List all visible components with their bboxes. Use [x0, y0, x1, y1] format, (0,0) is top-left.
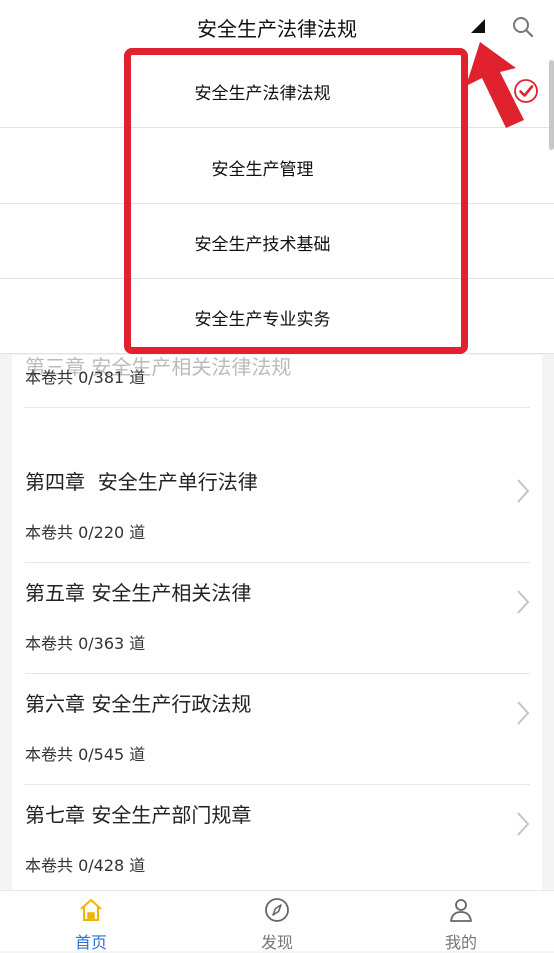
chapter-list: 第三章 安全生产相关法律法规 本卷共 0/381 道 第四章 安全生产单行法律 …	[12, 355, 542, 890]
list-item[interactable]: 第六章 安全生产行政法规 本卷共 0/545 道	[12, 674, 542, 785]
nav-label: 我的	[444, 933, 477, 952]
scrollbar[interactable]	[549, 60, 554, 150]
nav-label: 首页	[74, 933, 107, 952]
home-icon	[80, 899, 102, 921]
chapter-count: 本卷共 0/545 道	[25, 745, 146, 764]
nav-discover[interactable]: 发现	[216, 891, 336, 952]
compass-icon	[265, 898, 289, 922]
bottom-nav: 首页 发现 我的	[0, 890, 554, 952]
list-item[interactable]: 第七章 安全生产部门规章 本卷共 0/428 道	[12, 785, 542, 890]
chapter-title: 第七章 安全生产部门规章	[25, 803, 252, 827]
chapter-count: 本卷共 0/381 道	[25, 368, 146, 387]
list-item[interactable]: 第五章 安全生产相关法律 本卷共 0/363 道	[12, 563, 542, 674]
nav-mine[interactable]: 我的	[400, 891, 520, 952]
highlight-box	[124, 48, 468, 354]
divider	[25, 407, 530, 408]
chevron-right-icon	[517, 590, 530, 614]
chapter-count: 本卷共 0/363 道	[25, 634, 146, 653]
chevron-right-icon	[517, 701, 530, 725]
nav-label: 发现	[260, 933, 293, 952]
chapter-title: 第六章 安全生产行政法规	[25, 692, 252, 716]
red-arrow-icon	[466, 42, 524, 128]
chapter-count: 本卷共 0/220 道	[25, 523, 146, 542]
user-icon	[450, 899, 472, 922]
list-item[interactable]: 第四章 安全生产单行法律 本卷共 0/220 道	[12, 452, 542, 563]
chapter-title: 第五章 安全生产相关法律	[25, 581, 252, 605]
chapter-title: 第四章 安全生产单行法律	[25, 470, 258, 494]
chapter-count: 本卷共 0/428 道	[25, 856, 146, 875]
search-icon[interactable]	[511, 15, 535, 39]
triangle-down-icon[interactable]	[471, 19, 485, 33]
list-item[interactable]: 第三章 安全生产相关法律法规 本卷共 0/381 道	[12, 355, 542, 408]
nav-home[interactable]: 首页	[30, 891, 150, 952]
chevron-right-icon	[517, 812, 530, 836]
chevron-right-icon	[517, 479, 530, 503]
